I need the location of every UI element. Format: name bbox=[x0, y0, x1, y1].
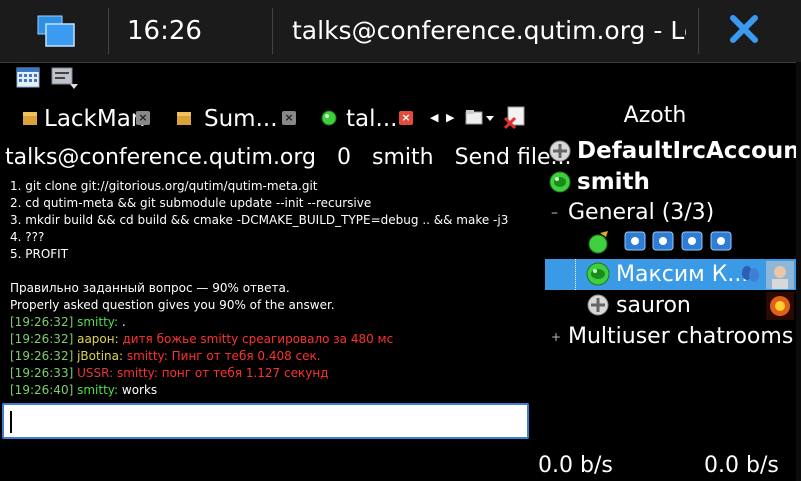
tune-icon bbox=[710, 231, 732, 251]
download-rate: 0.0 b/s bbox=[538, 453, 613, 478]
topic-line: 5. PROFIT bbox=[10, 247, 69, 261]
tune-icon bbox=[652, 231, 674, 251]
offline-status-icon bbox=[549, 140, 571, 162]
group-expander-icon[interactable]: + bbox=[551, 323, 561, 351]
contact-sauron[interactable]: sauron bbox=[616, 291, 691, 321]
avatar bbox=[766, 261, 794, 289]
message-text: дитя божье smitty среагировало за 480 мс bbox=[118, 332, 394, 346]
tab-bar: LackMan × Sum... × tal... × ◀ ▶ bbox=[0, 100, 535, 138]
contact-maxim[interactable]: Максим К... bbox=[616, 259, 748, 290]
upload-rate: 0.0 b/s bbox=[704, 453, 779, 478]
chat-message: [19:26:33] USSR: smitty: понг от тебя 1.… bbox=[10, 365, 530, 382]
keyboard-icon[interactable] bbox=[50, 66, 80, 90]
message-timestamp: [19:26:33] bbox=[10, 366, 74, 380]
status-bar: 16:26 talks@conference.qutim.org - Leech… bbox=[0, 0, 801, 63]
scrollbar[interactable] bbox=[796, 62, 801, 481]
message-nick[interactable]: jBotina bbox=[77, 349, 119, 363]
close-tab-icon[interactable] bbox=[503, 106, 527, 130]
tab-talks[interactable]: tal... bbox=[346, 100, 397, 138]
own-nick[interactable]: smith bbox=[372, 145, 434, 170]
participant-count: 0 bbox=[337, 145, 352, 170]
tab-lackman[interactable]: LackMan bbox=[44, 100, 145, 138]
avatar bbox=[766, 292, 794, 320]
group-multiuser-chatrooms[interactable]: Multiuser chatrooms ( bbox=[568, 322, 796, 352]
message-timestamp: [19:26:32] bbox=[10, 315, 74, 329]
room-jid: talks@conference.qutim.org bbox=[5, 145, 317, 170]
tune-icon bbox=[624, 231, 646, 251]
tree-line bbox=[575, 259, 577, 290]
topic-line bbox=[10, 263, 530, 280]
chat-message: [19:26:40] smitty: works bbox=[10, 382, 530, 399]
divider bbox=[272, 8, 273, 54]
chat-message: [19:26:32] аарон: дитя божье smitty среа… bbox=[10, 331, 530, 348]
topic-line: Properly asked question gives you 90% of… bbox=[10, 298, 335, 312]
chat-message: [19:26:32] smitty: . bbox=[10, 314, 530, 331]
calendar-icon[interactable] bbox=[16, 66, 40, 88]
tab-close-icon[interactable]: × bbox=[136, 111, 150, 125]
message-timestamp: [19:26:32] bbox=[10, 349, 74, 363]
message-nick[interactable]: аарон bbox=[77, 332, 115, 346]
topic-line: 3. mkdir build && cd build && cmake -DCM… bbox=[10, 213, 509, 227]
client-icon bbox=[739, 263, 761, 285]
online-status-icon bbox=[549, 171, 571, 193]
tab-close-icon[interactable]: × bbox=[282, 111, 296, 125]
message-text: smitty: понг от тебя 1.127 секунд bbox=[113, 366, 329, 380]
mood-icon bbox=[584, 229, 612, 255]
offline-status-icon bbox=[587, 294, 609, 316]
message-timestamp: [19:26:32] bbox=[10, 332, 74, 346]
message-nick[interactable]: USSR bbox=[77, 366, 109, 380]
account-smith[interactable]: smith bbox=[577, 167, 650, 197]
chat-message: [19:26:32] jBotina: smitty: Пинг от тебя… bbox=[10, 348, 530, 365]
message-nick[interactable]: smitty bbox=[77, 383, 114, 397]
tab-close-icon[interactable]: × bbox=[399, 111, 413, 125]
tab-scroll-left-icon[interactable]: ◀ bbox=[430, 112, 438, 124]
message-text: works bbox=[118, 383, 158, 397]
topic-line: 4. ??? bbox=[10, 230, 45, 244]
account-default-irc[interactable]: DefaultIrcAccount bbox=[577, 136, 801, 166]
chat-log[interactable]: 1. git clone git://gitorious.org/qutim/q… bbox=[10, 178, 530, 399]
package-icon bbox=[22, 110, 38, 126]
task-switcher-icon[interactable] bbox=[36, 14, 76, 48]
new-tab-menu-icon[interactable] bbox=[464, 108, 498, 128]
text-caret bbox=[10, 411, 12, 433]
window-title[interactable]: talks@conference.qutim.org - LeechCraft bbox=[292, 14, 686, 48]
clock: 16:26 bbox=[127, 16, 202, 46]
tab-scroll-right-icon[interactable]: ▶ bbox=[446, 112, 454, 124]
group-general[interactable]: General (3/3) bbox=[568, 198, 714, 228]
online-status-icon bbox=[321, 110, 337, 126]
message-text: . bbox=[118, 315, 126, 329]
panel-title: Azoth bbox=[623, 103, 687, 128]
topic-line: 2. cd qutim-meta && git submodule update… bbox=[10, 196, 372, 210]
message-nick[interactable]: smitty bbox=[77, 315, 114, 329]
divider bbox=[108, 8, 109, 54]
message-input[interactable] bbox=[2, 403, 529, 439]
message-text: smitty: Пинг от тебя 0.408 сек. bbox=[123, 349, 321, 363]
topic-line: 1. git clone git://gitorious.org/qutim/q… bbox=[10, 179, 318, 193]
tune-icon bbox=[681, 231, 703, 251]
tab-summary[interactable]: Sum... bbox=[204, 100, 278, 138]
chat-header: talks@conference.qutim.org 0 smith Send … bbox=[5, 143, 586, 173]
message-timestamp: [19:26:40] bbox=[10, 383, 74, 397]
divider bbox=[698, 8, 699, 54]
topic-line: Правильно заданный вопрос — 90% ответа. bbox=[10, 281, 290, 295]
online-status-icon bbox=[586, 262, 610, 286]
close-icon[interactable] bbox=[729, 14, 759, 44]
group-expander-icon[interactable]: – bbox=[551, 199, 558, 227]
package-icon bbox=[176, 110, 192, 126]
